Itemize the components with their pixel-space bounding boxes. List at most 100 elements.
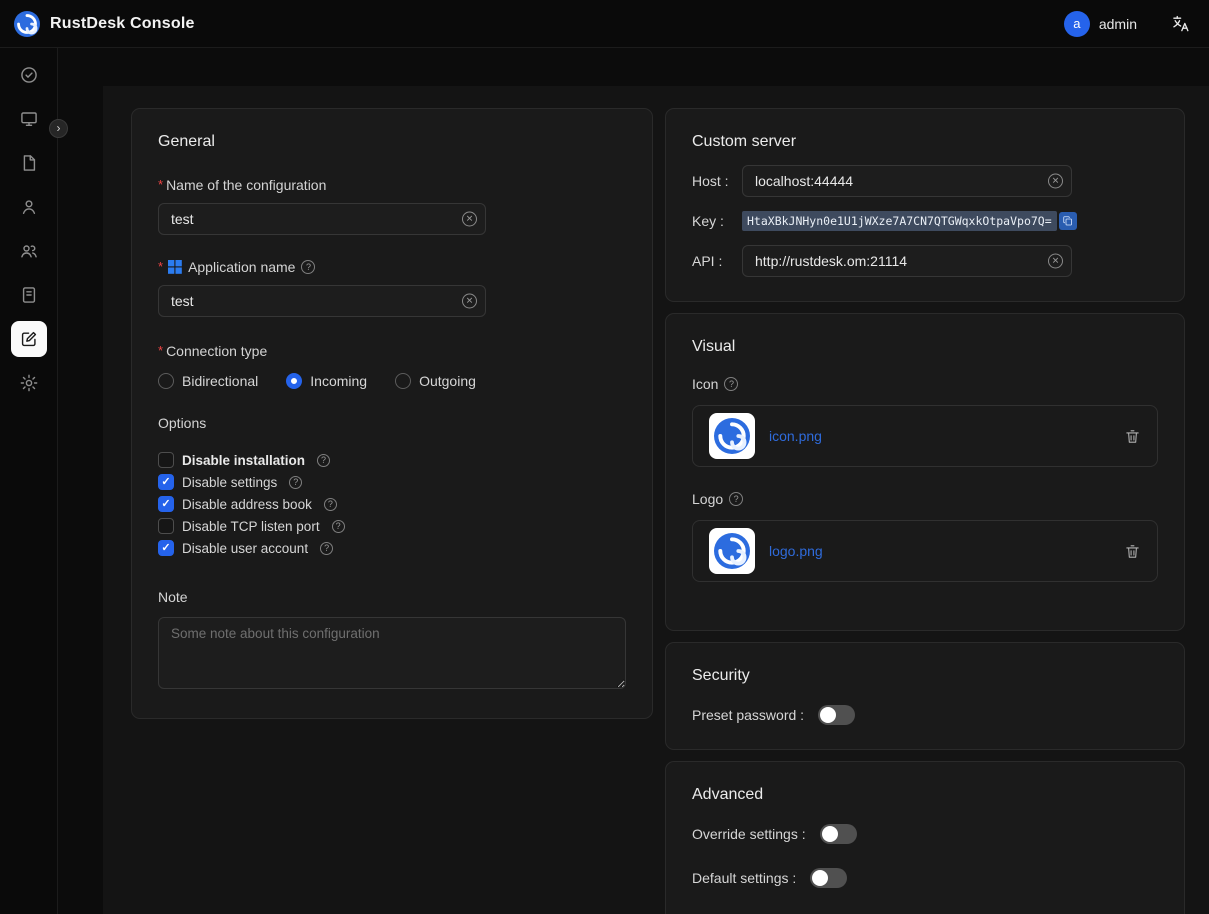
options-label: Options	[158, 415, 626, 431]
logo-file-link[interactable]: logo.png	[769, 543, 823, 559]
copy-icon[interactable]	[1059, 212, 1077, 230]
radio-icon[interactable]	[158, 373, 174, 389]
server-key-value: HtaXBkJNHyn0e1U1jWXze7A7CN7QTGWqxkOtpaVp…	[742, 211, 1057, 231]
option-disable-installation: Disable installation ?	[158, 449, 626, 471]
general-title: General	[158, 133, 626, 151]
checkbox[interactable]	[158, 540, 174, 556]
host-label: Host :	[692, 173, 742, 189]
help-icon[interactable]: ?	[324, 498, 337, 511]
sidebar-item-configurations[interactable]	[11, 321, 47, 357]
sidebar-item-devices[interactable]	[11, 101, 47, 137]
user-name: admin	[1099, 16, 1137, 32]
advanced-title: Advanced	[692, 786, 1158, 804]
help-icon[interactable]: ?	[724, 377, 738, 391]
connection-type-label: * Connection type	[158, 343, 626, 359]
override-settings-label: Override settings :	[692, 826, 806, 842]
radio-icon[interactable]	[395, 373, 411, 389]
custom-server-card: Custom server Host : ✕ Key : HtaXBkJNHyn…	[665, 108, 1185, 302]
radio-bidirectional[interactable]: Bidirectional	[158, 373, 258, 389]
security-card: Security Preset password :	[665, 642, 1185, 750]
help-icon[interactable]: ?	[332, 520, 345, 533]
clear-icon[interactable]: ✕	[1048, 174, 1063, 189]
checkbox[interactable]	[158, 474, 174, 490]
trash-icon[interactable]	[1124, 428, 1141, 445]
custom-server-title: Custom server	[692, 133, 1158, 151]
help-icon[interactable]: ?	[320, 542, 333, 555]
clear-icon[interactable]: ✕	[462, 212, 477, 227]
icon-preview	[709, 413, 755, 459]
default-settings-row: Default settings :	[692, 868, 1158, 888]
user-icon	[19, 197, 39, 217]
default-settings-label: Default settings :	[692, 870, 796, 886]
translate-icon[interactable]	[1171, 14, 1191, 34]
security-title: Security	[692, 667, 1158, 685]
preset-password-row: Preset password :	[692, 705, 1158, 725]
edit-square-icon	[19, 329, 39, 349]
sidebar	[0, 48, 58, 914]
application-name-input[interactable]	[158, 285, 486, 317]
name-field-label: * Name of the configuration	[158, 177, 626, 193]
sidebar-item-settings[interactable]	[11, 365, 47, 401]
preset-password-toggle[interactable]	[818, 705, 855, 725]
required-asterisk: *	[158, 343, 163, 358]
radio-icon[interactable]	[286, 373, 302, 389]
sidebar-item-users[interactable]	[11, 189, 47, 225]
radio-outgoing[interactable]: Outgoing	[395, 373, 476, 389]
app-title: RustDesk Console	[50, 15, 195, 33]
logo-preview	[709, 528, 755, 574]
sidebar-item-groups[interactable]	[11, 233, 47, 269]
sidebar-item-documents[interactable]	[11, 145, 47, 181]
help-icon[interactable]: ?	[289, 476, 302, 489]
option-disable-user-account: Disable user account ?	[158, 537, 626, 559]
checkbox[interactable]	[158, 452, 174, 468]
checkbox[interactable]	[158, 496, 174, 512]
gear-icon	[19, 373, 39, 393]
host-input[interactable]	[742, 165, 1072, 197]
preset-password-label: Preset password :	[692, 707, 804, 723]
radio-incoming[interactable]: Incoming	[286, 373, 367, 389]
logbook-icon	[19, 285, 39, 305]
rustdesk-logo-icon	[14, 11, 40, 37]
default-settings-toggle[interactable]	[810, 868, 847, 888]
help-icon[interactable]: ?	[729, 492, 743, 506]
connection-type-group: Bidirectional Incoming Outgoing	[158, 373, 626, 389]
trash-icon[interactable]	[1124, 543, 1141, 560]
checkbox[interactable]	[158, 518, 174, 534]
key-label: Key :	[692, 213, 742, 229]
config-name-input[interactable]	[158, 203, 486, 235]
logo-file-box: logo.png	[692, 520, 1158, 582]
toggle-knob	[812, 870, 828, 886]
clear-icon[interactable]: ✕	[1048, 254, 1063, 269]
help-icon[interactable]: ?	[317, 454, 330, 467]
sidebar-item-logs[interactable]	[11, 277, 47, 313]
icon-file-box: icon.png	[692, 405, 1158, 467]
override-settings-toggle[interactable]	[820, 824, 857, 844]
api-input[interactable]	[742, 245, 1072, 277]
required-asterisk: *	[158, 177, 163, 192]
toggle-knob	[822, 826, 838, 842]
option-disable-settings: Disable settings ?	[158, 471, 626, 493]
monitor-icon	[19, 109, 39, 129]
general-card: General * Name of the configuration ✕ *	[131, 108, 653, 719]
circle-check-icon	[19, 65, 39, 85]
note-label: Note	[158, 589, 626, 605]
clear-icon[interactable]: ✕	[462, 294, 477, 309]
required-asterisk: *	[158, 259, 163, 274]
advanced-card: Advanced Override settings : Default set…	[665, 761, 1185, 914]
users-group-icon	[19, 241, 39, 261]
toggle-knob	[820, 707, 836, 723]
user-menu[interactable]: a admin	[1064, 11, 1137, 37]
sidebar-expand-button[interactable]: ›	[49, 119, 68, 138]
logo-label: Logo ?	[692, 491, 1158, 507]
avatar[interactable]: a	[1064, 11, 1090, 37]
note-textarea[interactable]	[158, 617, 626, 689]
icon-file-link[interactable]: icon.png	[769, 428, 822, 444]
visual-title: Visual	[692, 338, 1158, 356]
icon-label: Icon ?	[692, 376, 1158, 392]
api-label: API :	[692, 253, 742, 269]
topbar: RustDesk Console a admin	[0, 0, 1209, 48]
help-icon[interactable]: ?	[301, 260, 315, 274]
sidebar-item-overview[interactable]	[11, 57, 47, 93]
brand: RustDesk Console	[14, 11, 195, 37]
app-name-field-label: * Application name ?	[158, 259, 626, 275]
